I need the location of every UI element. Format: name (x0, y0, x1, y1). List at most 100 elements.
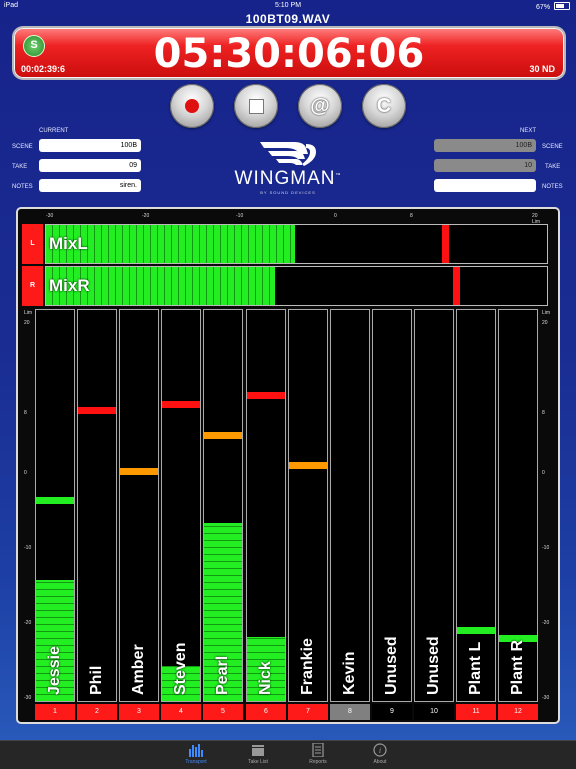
channel-number-button[interactable]: 12 (498, 704, 538, 720)
channel-number-button[interactable]: 3 (119, 704, 159, 720)
channel-number-button[interactable]: 9 (372, 704, 412, 720)
current-notes-label: NOTES (12, 184, 33, 190)
channel-name-text: Plant L (467, 641, 484, 695)
channel-number-button[interactable]: 2 (77, 704, 117, 720)
scale-tick: -20 (542, 620, 550, 626)
channel-name-text: Phil (88, 665, 105, 695)
channel-strip[interactable]: Steven (161, 309, 201, 702)
top-scale-tick: 8 (410, 213, 413, 219)
svg-text:i: i (379, 746, 381, 755)
scale-tick: 0 (542, 470, 545, 476)
logo-byline: BY SOUND DEVICES (260, 190, 316, 195)
timecode-display[interactable]: 05:30:06:06 00:02:39:6 30 ND (14, 28, 564, 78)
current-scene-field[interactable]: 100B (39, 139, 141, 152)
loop-icon: C (376, 95, 392, 117)
clapper-icon (250, 743, 266, 757)
frame-rate: 30 ND (529, 64, 555, 74)
document-icon (310, 742, 326, 758)
mix-channel-tag[interactable]: R (22, 266, 43, 306)
at-icon: @ (310, 95, 330, 117)
false-take-button[interactable]: @ (298, 84, 342, 128)
file-name: 100BT09.WAV (245, 12, 331, 26)
repeat-button[interactable]: C (362, 84, 406, 128)
channel-strip[interactable]: Unused (414, 309, 454, 702)
channel-peak-marker (162, 400, 200, 408)
channel-number-button[interactable]: 10 (414, 704, 454, 720)
timecode-main: 05:30:06:06 (153, 31, 425, 77)
scale-tick: Lim (24, 310, 33, 316)
tab-about[interactable]: i About (350, 743, 410, 769)
channel-strip[interactable]: Phil (77, 309, 117, 702)
scale-tick: 8 (542, 410, 545, 416)
channel-strip[interactable]: Pearl (203, 309, 243, 702)
tab-label: Transport (185, 759, 207, 765)
channel-strip[interactable]: Unused (372, 309, 412, 702)
tab-reports[interactable]: Reports (288, 742, 348, 769)
next-scene-label: SCENE (542, 144, 563, 150)
battery-indicator: 67% (536, 2, 570, 11)
channel-strip[interactable]: Kevin (330, 309, 370, 702)
channel-peak-marker (204, 432, 242, 440)
channel-name-text: Kevin (341, 651, 358, 695)
scale-tick: -30 (24, 695, 32, 701)
channel-strip[interactable]: Amber (119, 309, 159, 702)
channel-peak-marker (247, 391, 285, 399)
scale-tick: -10 (24, 545, 32, 551)
channel-name-text: Nick (257, 661, 274, 695)
battery-icon (554, 2, 570, 10)
channel-strip[interactable]: Plant R (498, 309, 538, 702)
channel-number-button[interactable]: 5 (203, 704, 243, 720)
next-notes-field[interactable] (434, 179, 536, 192)
channel-number-button[interactable]: 8 (330, 704, 370, 720)
channel-strip[interactable]: Nick (246, 309, 286, 702)
right-scale: Lim 20 8 0 -10 -20 -30 (542, 310, 556, 702)
tab-transport[interactable]: Transport (166, 743, 226, 769)
mix-channel-tag[interactable]: L (22, 224, 43, 264)
next-take-field[interactable]: 10 (434, 159, 536, 172)
channel-strip[interactable]: Frankie (288, 309, 328, 702)
channel-number-button[interactable]: 4 (161, 704, 201, 720)
channel-strip[interactable]: Plant L (456, 309, 496, 702)
channel-name-text: Jessie (46, 646, 63, 695)
scale-tick: -30 (542, 695, 550, 701)
channel-number-button[interactable]: 6 (246, 704, 286, 720)
stop-button[interactable] (234, 84, 278, 128)
tab-label: Reports (309, 759, 327, 765)
battery-percent: 67% (536, 4, 551, 11)
channel-name-text: Plant R (509, 639, 526, 695)
mix-name: MixR (49, 276, 90, 295)
status-bar: iPad 5:10 PM 67% (0, 0, 576, 12)
channel-number-button[interactable]: 7 (288, 704, 328, 720)
record-button[interactable] (170, 84, 214, 128)
current-take-label: TAKE (12, 164, 28, 170)
channel-strip[interactable]: Jessie (35, 309, 75, 702)
next-notes-label: NOTES (542, 184, 563, 190)
mix-track: MixL (45, 224, 548, 264)
channel-peak-marker (289, 462, 327, 470)
mix-peak-marker (441, 225, 449, 263)
mix-peak-marker (452, 267, 460, 305)
stop-icon (249, 99, 264, 114)
top-scale-tick: -30 (46, 213, 54, 219)
channel-name-text: Pearl (214, 655, 231, 695)
top-scale-tick: -20 (142, 213, 150, 219)
current-take-field[interactable]: 09 (39, 159, 141, 172)
next-take-label: TAKE (545, 164, 561, 170)
logo-wordmark: WINGMAN™ (234, 168, 342, 189)
elapsed-time: 00:02:39:6 (21, 64, 66, 74)
tab-label: About (373, 759, 387, 765)
next-scene-field[interactable]: 100B (434, 139, 536, 152)
channel-number-button[interactable]: 11 (456, 704, 496, 720)
mix-track: MixR (45, 266, 548, 306)
channel-peak-marker (120, 468, 158, 476)
channel-peak-marker (36, 496, 74, 504)
channel-peak-marker (78, 406, 116, 414)
mix-name: MixL (49, 234, 88, 253)
current-notes-field[interactable]: siren. (39, 179, 141, 192)
scale-tick: -10 (542, 545, 550, 551)
channel-number-button[interactable]: 1 (35, 704, 75, 720)
channel-name-text: Frankie (299, 638, 316, 695)
channel-name-text: Unused (383, 636, 400, 695)
top-scale-tick: 0 (334, 213, 337, 219)
tab-take-list[interactable]: Take List (228, 743, 288, 769)
